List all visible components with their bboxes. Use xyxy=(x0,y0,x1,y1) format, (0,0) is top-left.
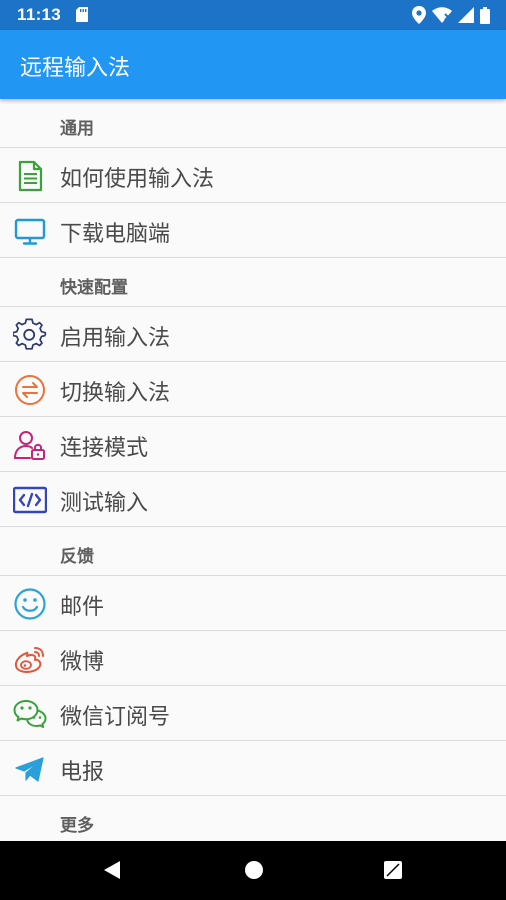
list-item-connection-mode[interactable]: 连接模式 xyxy=(0,417,506,472)
list-item-wechat[interactable]: 微信订阅号 xyxy=(0,686,506,741)
list-item-label: 下载电脑端 xyxy=(60,222,171,247)
monitor-icon xyxy=(13,214,47,248)
list-item-label: 如何使用输入法 xyxy=(60,167,215,192)
list-item-test-input[interactable]: 测试输入 xyxy=(0,472,506,527)
section-header-more: 更多 xyxy=(0,796,506,841)
document-icon xyxy=(13,159,47,193)
navigation-bar xyxy=(0,841,506,900)
section-header-label: 更多 xyxy=(60,816,94,836)
location-icon xyxy=(412,6,426,29)
settings-list[interactable]: 通用 如何使用输入法 下载电脑端 快速配置 启用输入法 切换输入法 连接模式 测… xyxy=(0,99,506,841)
status-time: 11:13 xyxy=(17,5,62,24)
list-item-label: 微信订阅号 xyxy=(60,705,171,730)
gear-icon xyxy=(13,318,47,352)
list-item-download-pc[interactable]: 下载电脑端 xyxy=(0,203,506,258)
list-item-label: 测试输入 xyxy=(60,491,149,516)
user-lock-icon xyxy=(13,428,47,462)
sd-card-icon xyxy=(76,7,88,27)
list-item-telegram[interactable]: 电报 xyxy=(0,741,506,796)
section-header-quick-config: 快速配置 xyxy=(0,258,506,307)
app-title: 远程输入法 xyxy=(20,56,131,81)
section-header-label: 反馈 xyxy=(60,547,94,567)
wechat-icon xyxy=(13,697,47,731)
smiley-icon xyxy=(13,587,47,621)
list-item-email[interactable]: 邮件 xyxy=(0,576,506,631)
code-icon xyxy=(13,483,47,517)
status-bar: 11:13 xyxy=(0,0,506,30)
list-item-label: 连接模式 xyxy=(60,436,149,461)
signal-icon xyxy=(458,7,474,28)
list-item-label: 电报 xyxy=(60,760,105,785)
list-item-label: 启用输入法 xyxy=(60,326,171,351)
list-item-enable-ime[interactable]: 启用输入法 xyxy=(0,307,506,362)
switch-icon xyxy=(13,373,47,407)
list-item-switch-ime[interactable]: 切换输入法 xyxy=(0,362,506,417)
list-item-label: 邮件 xyxy=(60,595,105,620)
home-button[interactable] xyxy=(243,859,265,885)
section-header-label: 快速配置 xyxy=(60,278,128,298)
list-item-label: 切换输入法 xyxy=(60,381,171,406)
list-item-how-to-use[interactable]: 如何使用输入法 xyxy=(0,148,506,203)
list-item-weibo[interactable]: 微博 xyxy=(0,631,506,686)
section-header-label: 通用 xyxy=(60,119,94,139)
list-item-label: 微博 xyxy=(60,650,105,675)
recents-button[interactable] xyxy=(382,859,404,885)
wifi-icon xyxy=(432,7,452,28)
section-header-general: 通用 xyxy=(0,99,506,148)
app-bar: 远程输入法 xyxy=(0,30,506,99)
telegram-icon xyxy=(13,752,47,786)
back-button[interactable] xyxy=(101,859,123,885)
section-header-feedback: 反馈 xyxy=(0,527,506,576)
weibo-icon xyxy=(13,642,47,676)
battery-icon xyxy=(480,6,490,29)
